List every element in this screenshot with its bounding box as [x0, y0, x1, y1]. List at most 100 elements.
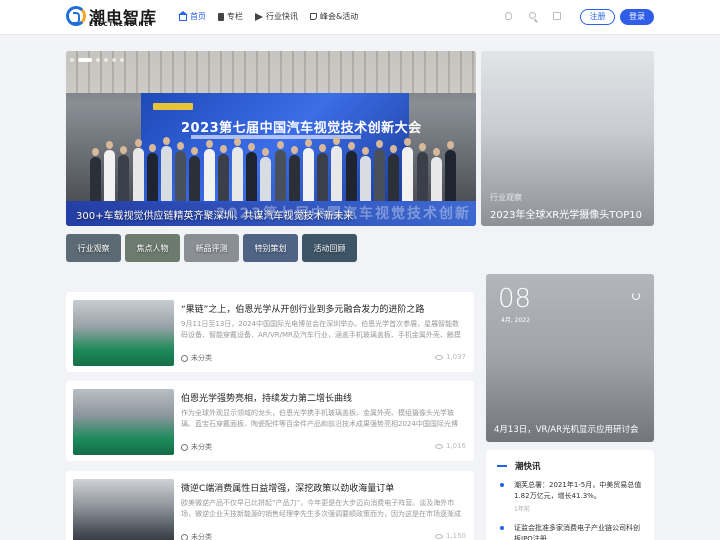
event-card[interactable]: 08 4月, 2022 4月13日，VR/AR光机显示应用研讨会	[486, 274, 654, 442]
timeline-dot	[500, 526, 504, 530]
nav-item-news[interactable]: 行业快讯	[255, 11, 298, 22]
category-chip[interactable]: 行业观察	[66, 234, 121, 262]
timeline-dot	[500, 483, 504, 487]
logo-name-en: ELECTREND.NET	[89, 21, 155, 28]
category-chip[interactable]: 新品评测	[184, 234, 239, 262]
category-icon	[181, 533, 188, 540]
crowd-person-head	[177, 142, 185, 150]
nav-item-label: 峰会&活动	[320, 12, 359, 21]
crowd-person-head	[120, 146, 128, 154]
crowd-person-head	[333, 137, 341, 145]
flash-item[interactable]: 证监会批准多家消费电子产业链公司科创板IPO注册	[514, 523, 646, 540]
crowd-person	[189, 156, 201, 201]
crowd-person-head	[305, 139, 312, 147]
crowd-person-head	[92, 148, 99, 156]
event-month: 4月, 2022	[501, 317, 530, 324]
crowd-person	[260, 157, 272, 201]
article-category[interactable]: 未分类	[181, 532, 212, 540]
category-label: 新品评测	[195, 244, 228, 253]
crowd-person-head	[248, 143, 256, 151]
crowd-person-head	[191, 147, 199, 155]
crowd-person	[374, 149, 385, 201]
article-excerpt: 欧美微逆产品不仅早已比拼起“产品力”，今年更是在大步迈向消费电子阵营。谈及海外市…	[181, 499, 461, 518]
category-chip[interactable]: 活动回顾	[302, 234, 357, 262]
category-chip[interactable]: 特别策划	[243, 234, 298, 262]
login-button[interactable]: 登录	[620, 9, 654, 25]
article-title[interactable]: 伯恩光学强势亮相，持续发力第二增长曲线	[181, 391, 466, 404]
crowd-person-head	[290, 146, 298, 154]
flash-title: 潮快讯	[515, 462, 541, 472]
slider-dot[interactable]	[120, 58, 124, 62]
flash-item[interactable]: 潮芙总署：2021年1-5月，中美贸易总值1.82万亿元，增长41.3%。	[514, 480, 646, 502]
hero-caption[interactable]: 300+车载视觉供应链精英齐聚深圳，共谋汽车视觉技术新未来	[76, 207, 353, 222]
nav-item-home[interactable]: 首页	[178, 10, 206, 22]
crowd-person	[203, 149, 215, 201]
article-excerpt: 作为全球外观显示领域的龙头，伯恩光学携手机玻璃盖板、金属外壳、模组摄像头光学玻璃…	[181, 409, 458, 428]
eye-icon	[434, 354, 443, 360]
article-views-count: 1,016	[445, 442, 466, 450]
event-title[interactable]: 4月13日，VR/AR光机显示应用研讨会	[494, 423, 639, 435]
article-title[interactable]: 微逆C端消费属性日益增强，深挖政策以劲收海量订单	[181, 481, 466, 494]
article-card[interactable]: 伯恩光学强势亮相，持续发力第二增长曲线 作为全球外观显示领域的龙头，伯恩光学携手…	[66, 381, 474, 461]
main-nav: 首页 专栏 行业快讯 峰会&活动	[178, 10, 358, 22]
article-thumbnail[interactable]	[73, 300, 174, 366]
category-label: 焦点人物	[136, 244, 169, 253]
article-card[interactable]: “果链”之上，伯恩光学从开创行业到多元融合发力的进阶之路 9月11日至13日，2…	[66, 292, 474, 372]
side-card-tag: 行业观察	[490, 193, 522, 202]
slider-dot[interactable]	[104, 58, 108, 62]
search-icon[interactable]	[529, 12, 536, 19]
article-category[interactable]: 未分类	[181, 353, 212, 363]
category-icon	[181, 354, 188, 362]
article-category[interactable]: 未分类	[181, 442, 212, 452]
category-label: 活动回顾	[313, 244, 346, 253]
slider-dot[interactable]	[112, 58, 116, 62]
article-views: 1,150	[434, 532, 466, 540]
article-views: 1,016	[434, 442, 466, 450]
category-chip[interactable]: 焦点人物	[125, 234, 180, 262]
article-thumbnail[interactable]	[73, 479, 174, 540]
book-icon	[218, 12, 224, 21]
side-card-title[interactable]: 2023年全球XR光学摄像头TOP10	[490, 206, 642, 221]
hero-slider[interactable]: 2023第七届中国汽车视觉技术创新大会 2023第七届中国汽车视觉技术创新 30…	[66, 51, 476, 226]
crowd-person-head	[148, 144, 156, 152]
site-logo[interactable]: 潮电智库 ELECTREND.NET	[66, 5, 162, 29]
crowd-person-head	[134, 139, 142, 147]
hero-ceiling	[66, 51, 476, 93]
header-tools	[505, 12, 561, 20]
crowd-person	[430, 157, 442, 201]
flash-title-bar	[497, 465, 507, 467]
slider-dot[interactable]	[78, 58, 92, 62]
crowd-person	[416, 152, 428, 201]
bulb-icon[interactable]	[505, 12, 512, 20]
crowd-person-head	[262, 148, 270, 156]
crowd-person-head	[404, 138, 412, 146]
nav-item-events[interactable]: 峰会&活动	[310, 11, 358, 22]
article-category-label: 未分类	[191, 354, 212, 362]
article-title[interactable]: “果链”之上，伯恩光学从开创行业到多元融合发力的进阶之路	[181, 302, 466, 315]
article-thumbnail[interactable]	[73, 389, 174, 455]
category-label: 特别策划	[254, 244, 287, 253]
article-category-label: 未分类	[191, 443, 212, 451]
crowd-person-head	[319, 144, 327, 152]
crowd-person	[402, 147, 414, 201]
register-button[interactable]: 注册	[580, 9, 615, 25]
slider-dot[interactable]	[70, 58, 74, 62]
nav-item-label: 专栏	[227, 12, 243, 21]
article-card[interactable]: 微逆C端消费属性日益增强，深挖政策以劲收海量订单 欧美微逆产品不仅早已比拼起“产…	[66, 471, 474, 540]
crowd-person	[175, 151, 187, 201]
crowd-person	[146, 153, 158, 201]
featured-side-card[interactable]: 行业观察 2023年全球XR光学摄像头TOP10	[481, 51, 654, 226]
home-icon	[178, 10, 188, 21]
article-views-count: 1,037	[445, 353, 466, 361]
edit-icon[interactable]	[553, 12, 561, 20]
crowd-person-head	[390, 145, 398, 153]
send-icon	[255, 12, 263, 21]
crowd-person-head	[163, 137, 170, 145]
nav-item-column[interactable]: 专栏	[218, 11, 243, 22]
flash-news-panel: 潮快讯 潮芙总署：2021年1-5月，中美贸易总值1.82万亿元，增长41.3%…	[486, 450, 654, 540]
slider-dots	[70, 58, 124, 62]
eye-icon	[434, 443, 443, 449]
crowd-person	[90, 157, 101, 201]
slider-dot[interactable]	[96, 58, 100, 62]
crowd-person	[303, 148, 314, 201]
